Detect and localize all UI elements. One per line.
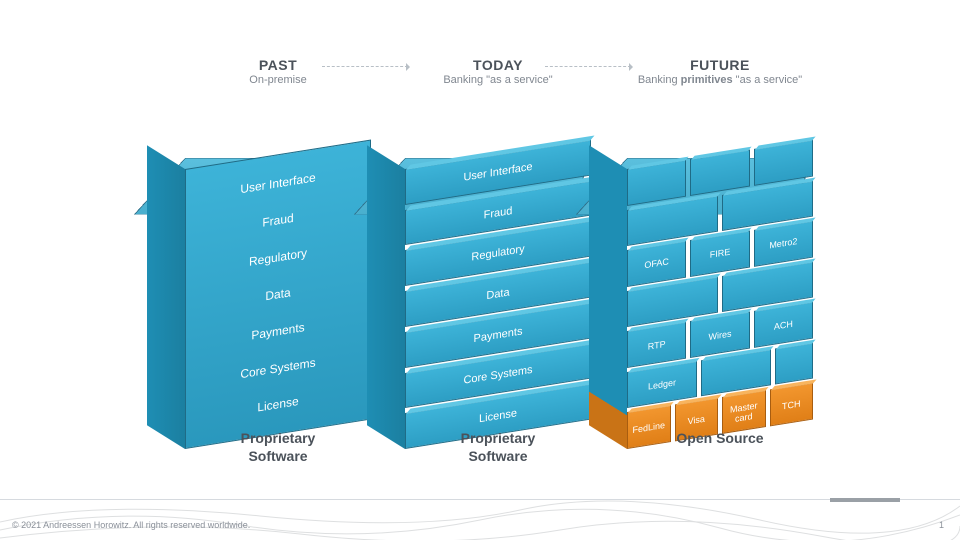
layer-label: Fraud [484, 205, 513, 222]
layer-label: User Interface [463, 161, 532, 184]
tower-side [367, 145, 405, 449]
brick-label: Wires [708, 328, 731, 342]
layer-label: Payments [474, 325, 523, 345]
era-subtitle: Banking primitives "as a service" [600, 74, 840, 86]
tower-side [589, 145, 627, 449]
tower-face: User Interface Fraud Regulatory Data Pay… [185, 140, 371, 449]
brick: TCH [770, 383, 814, 426]
future-tower: OFAC FIRE Metro2 RTP Wires ACH Ledge [627, 158, 813, 458]
brick-label: FIRE [710, 247, 731, 260]
tower-face: OFAC FIRE Metro2 RTP Wires ACH Ledge [627, 140, 813, 449]
tower-face: User Interface Fraud Regulatory Data Pay… [405, 140, 591, 449]
brick-label: Master card [725, 399, 763, 425]
slide-footer: © 2021 Andreessen Horowitz. All rights r… [0, 499, 960, 540]
slide: PAST On-premise User Interface Fraud Reg… [0, 0, 960, 540]
layer-label: Regulatory [471, 243, 524, 263]
era-past-header: PAST On-premise User Interface Fraud Reg… [158, 58, 398, 86]
monolith-stack: User Interface Fraud Regulatory Data Pay… [185, 140, 371, 449]
copyright-text: © 2021 Andreessen Horowitz. All rights r… [12, 520, 250, 530]
brick-label: RTP [648, 338, 666, 351]
era-future-header: FUTURE Banking primitives "as a service" [600, 58, 840, 86]
brick-stack: OFAC FIRE Metro2 RTP Wires ACH Ledge [627, 140, 813, 449]
layer-label: License [257, 394, 298, 415]
layer-label: Data [265, 285, 290, 303]
era-caption: ProprietarySoftware [378, 430, 618, 465]
past-tower: User Interface Fraud Regulatory Data Pay… [185, 158, 371, 458]
brick-label: OFAC [644, 257, 669, 271]
brick: Master card [722, 391, 766, 434]
era-subtitle: On-premise [158, 74, 398, 86]
layer-label: Core Systems [463, 364, 532, 387]
brick-label: Metro2 [769, 236, 797, 250]
layer-label: License [479, 407, 517, 425]
tower-side [147, 145, 185, 449]
layer-label: User Interface [240, 171, 315, 197]
era-caption: ProprietarySoftware [158, 430, 398, 465]
brick [775, 342, 813, 385]
brick-label: Ledger [648, 377, 676, 391]
era-caption: Open Source [600, 430, 840, 448]
footer-accent [830, 498, 900, 502]
page-number: 1 [939, 520, 944, 530]
slab-stack: User Interface Fraud Regulatory Data Pay… [405, 140, 591, 449]
brick-label: TCH [782, 398, 801, 411]
layer-label: Fraud [262, 211, 293, 230]
layer-label: Regulatory [249, 246, 307, 269]
brick-label: Visa [688, 413, 705, 426]
era-today-header: TODAY Banking "as a service" User Interf… [378, 58, 618, 86]
layer-label: Payments [251, 320, 304, 342]
layer-label: Data [486, 286, 509, 302]
era-title: FUTURE [600, 58, 840, 73]
layer-label: Core Systems [240, 355, 315, 381]
era-subtitle: Banking "as a service" [378, 74, 618, 86]
brick-label: ACH [774, 318, 793, 331]
today-tower: User Interface Fraud Regulatory Data Pay… [405, 158, 591, 458]
